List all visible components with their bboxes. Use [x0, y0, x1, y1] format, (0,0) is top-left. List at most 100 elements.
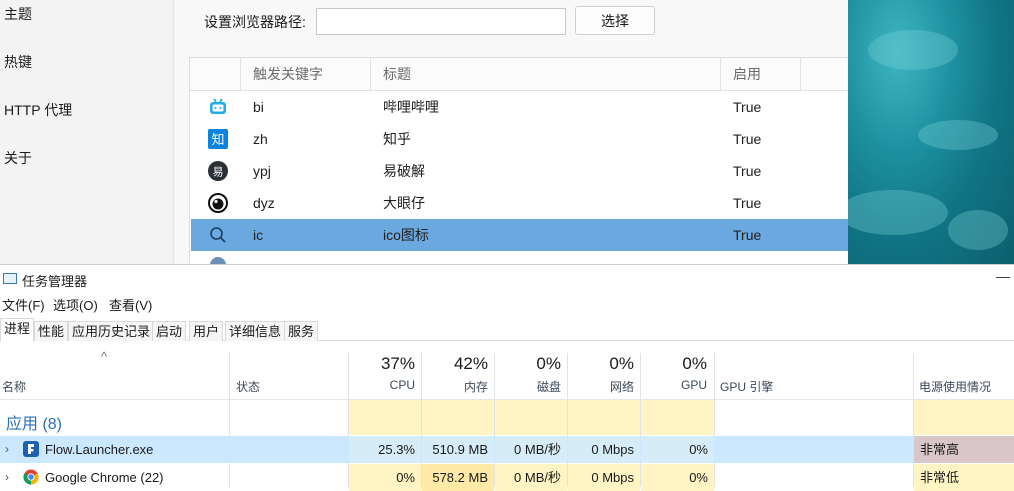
browser-path-input[interactable]: [316, 8, 566, 35]
table-row[interactable]: bi 哔哩哔哩 True: [191, 91, 848, 123]
title-cell: ico图标: [383, 227, 429, 243]
gpu-percent[interactable]: 0%: [682, 354, 707, 374]
enabled-cell: True: [733, 195, 762, 211]
tab-users[interactable]: 用户: [189, 321, 224, 341]
gpu-engine-column-header[interactable]: GPU 引擎: [720, 378, 773, 395]
table-row[interactable]: 易 ypj 易破解 True: [191, 155, 848, 187]
bilibili-icon: [210, 98, 226, 114]
disk-column-header[interactable]: 磁盘: [537, 378, 561, 395]
icon-column-header: [190, 58, 240, 91]
nav-item-theme[interactable]: 主题: [4, 4, 32, 24]
menu-view[interactable]: 查看(V): [109, 295, 152, 314]
keyword-cell: bi: [253, 99, 264, 115]
process-gpu: 0%: [641, 464, 714, 491]
memory-percent[interactable]: 42%: [454, 354, 488, 374]
enabled-cell: True: [733, 163, 762, 179]
process-cpu: 25.3%: [349, 436, 421, 463]
keyword-cell: dyz: [253, 195, 275, 211]
cpu-percent[interactable]: 37%: [381, 354, 415, 374]
process-network: 0 Mbps: [568, 464, 640, 491]
nav-item-about[interactable]: 关于: [4, 148, 32, 168]
zhihu-icon: 知: [208, 129, 228, 149]
minimize-button[interactable]: —: [996, 268, 1010, 284]
enabled-cell: True: [733, 227, 762, 243]
settings-sidebar: 主题 热键 HTTP 代理 关于: [0, 0, 174, 264]
title-cell: 大眼仔: [383, 195, 425, 211]
task-manager-window: 任务管理器 — 文件(F) 选项(O) 查看(V) 进程 性能 应用历史记录 启…: [0, 264, 1014, 491]
search-icon: [210, 227, 226, 243]
keyword-table-header: 触发关键字 标题 启用: [190, 58, 848, 91]
process-network: 0 Mbps: [568, 436, 640, 463]
expand-chevron-icon[interactable]: ›: [5, 442, 9, 456]
desktop-wallpaper: [848, 0, 1014, 264]
enabled-cell: True: [733, 99, 762, 115]
filler-column-header: [800, 58, 848, 91]
keyword-table: 触发关键字 标题 启用 bi 哔哩哔哩 True 知 zh 知乎 True 易 …: [189, 57, 848, 264]
settings-window: 主题 热键 HTTP 代理 关于 设置浏览器路径: 选择 触发关键字 标题 启用: [0, 0, 848, 264]
keyword-cell: ic: [253, 227, 264, 243]
nav-item-http-proxy[interactable]: HTTP 代理: [4, 100, 72, 120]
table-row-selected[interactable]: ic ico图标 True: [191, 219, 848, 251]
chrome-icon: [23, 469, 39, 485]
group-row-heat: [349, 399, 715, 435]
plugin-settings-pane: 设置浏览器路径: 选择 触发关键字 标题 启用 bi 哔哩哔哩 True 知 z…: [175, 0, 848, 264]
group-row-power-heat: [913, 399, 1014, 435]
sort-arrow-icon: ^: [101, 349, 108, 364]
table-row[interactable]: 知 zh 知乎 True: [191, 123, 848, 155]
process-row[interactable]: › Google Chrome (22) 0% 578.2 MB 0 MB/秒 …: [0, 464, 1014, 491]
apps-group-label[interactable]: 应用 (8): [6, 410, 62, 434]
tab-performance[interactable]: 性能: [34, 321, 69, 341]
svg-text:知: 知: [211, 132, 224, 148]
enabled-cell: True: [733, 131, 762, 147]
table-row[interactable]: dyz 大眼仔 True: [191, 187, 848, 219]
memory-column-header[interactable]: 内存: [464, 378, 488, 395]
keyword-cell: ypj: [253, 163, 271, 179]
flow-launcher-icon: [23, 441, 39, 457]
select-browser-button[interactable]: 选择: [575, 6, 655, 35]
enabled-column-header[interactable]: 启用: [720, 58, 800, 91]
process-disk: 0 MB/秒: [495, 464, 567, 491]
title-column-header[interactable]: 标题: [370, 58, 720, 91]
tab-services[interactable]: 服务: [284, 321, 319, 341]
tab-strip: 进程 性能 应用历史记录 启动 用户 详细信息 服务: [0, 318, 1014, 342]
browser-path-label: 设置浏览器路径:: [204, 14, 306, 30]
name-column-header[interactable]: 名称: [2, 378, 26, 395]
table-row-partial[interactable]: [191, 251, 848, 264]
menu-options[interactable]: 选项(O): [53, 295, 98, 314]
svg-text:易: 易: [213, 166, 224, 179]
process-name: Flow.Launcher.exe: [45, 442, 154, 457]
task-manager-icon: [3, 273, 17, 284]
tab-startup[interactable]: 启动: [152, 321, 187, 341]
partial-row-icon: [210, 257, 226, 264]
process-power: 非常低: [914, 464, 1014, 491]
title-cell: 易破解: [383, 163, 425, 179]
keyword-cell: zh: [253, 131, 268, 147]
process-row-selected[interactable]: › Flow.Launcher.exe 25.3% 510.9 MB 0 MB/…: [0, 436, 1014, 463]
tab-processes[interactable]: 进程: [0, 318, 35, 342]
cpu-column-header[interactable]: CPU: [390, 378, 415, 392]
process-name: Google Chrome (22): [45, 470, 164, 485]
status-column-header[interactable]: 状态: [236, 378, 260, 395]
tab-app-history[interactable]: 应用历史记录: [68, 321, 155, 341]
disk-percent[interactable]: 0%: [536, 354, 561, 374]
keyword-column-header[interactable]: 触发关键字: [240, 58, 370, 91]
gpu-column-header[interactable]: GPU: [681, 378, 707, 392]
menu-file[interactable]: 文件(F): [2, 295, 45, 314]
process-disk: 0 MB/秒: [495, 436, 567, 463]
52pojie-icon: 易: [208, 161, 228, 181]
title-cell: 知乎: [383, 131, 411, 147]
process-cpu: 0%: [349, 464, 421, 491]
title-cell: 哔哩哔哩: [383, 99, 439, 115]
process-memory: 510.9 MB: [422, 436, 494, 463]
process-memory: 578.2 MB: [422, 464, 494, 491]
tab-details[interactable]: 详细信息: [225, 321, 286, 341]
window-title: 任务管理器: [22, 274, 88, 289]
expand-chevron-icon[interactable]: ›: [5, 470, 9, 484]
process-gpu: 0%: [641, 436, 714, 463]
network-percent[interactable]: 0%: [609, 354, 634, 374]
nav-item-hotkey[interactable]: 热键: [4, 52, 32, 72]
power-column-header[interactable]: 电源使用情况: [919, 378, 991, 395]
process-power: 非常高: [914, 436, 1014, 463]
big-eye-icon: [208, 193, 228, 213]
network-column-header[interactable]: 网络: [610, 378, 634, 395]
